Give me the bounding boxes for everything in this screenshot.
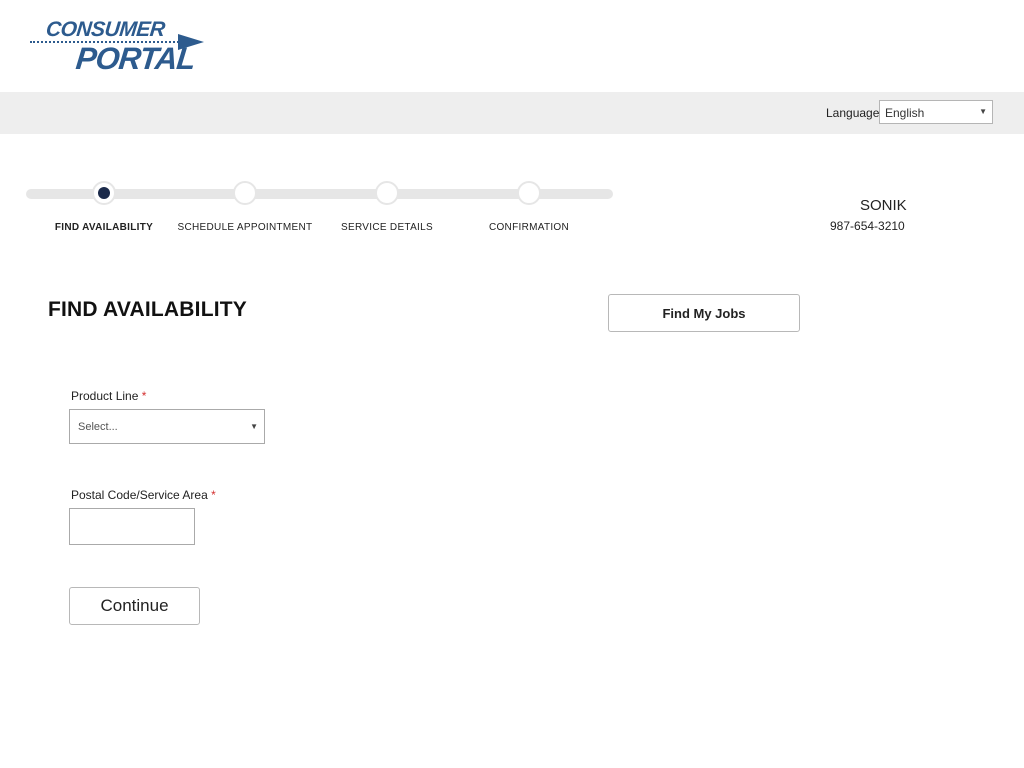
page-title: FIND AVAILABILITY bbox=[48, 298, 247, 321]
language-select[interactable]: English ▼ bbox=[879, 100, 993, 124]
product-line-label-text: Product Line bbox=[71, 389, 139, 403]
step-indicator-find-availability bbox=[92, 181, 116, 205]
postal-code-label: Postal Code/Service Area * bbox=[71, 488, 216, 502]
language-select-value: English bbox=[885, 106, 925, 120]
step-label-schedule-appointment: SCHEDULE APPOINTMENT bbox=[177, 222, 313, 233]
step-label-service-details: SERVICE DETAILS bbox=[341, 222, 433, 233]
required-marker: * bbox=[141, 389, 147, 403]
product-line-select[interactable]: Select... ▼ bbox=[69, 409, 265, 444]
language-label: Language bbox=[826, 106, 880, 120]
product-line-label: Product Line * bbox=[71, 389, 146, 403]
postal-code-input[interactable] bbox=[69, 508, 195, 545]
chevron-down-icon: ▼ bbox=[979, 107, 987, 116]
progress-steps: FIND AVAILABILITY SCHEDULE APPOINTMENT S… bbox=[26, 180, 616, 240]
language-bar: Language English ▼ bbox=[0, 92, 1024, 134]
step-indicator-service-details bbox=[375, 181, 399, 205]
page: CONSUMER PORTAL Language English ▼ FIND … bbox=[0, 0, 1024, 768]
step-label-find-availability: FIND AVAILABILITY bbox=[54, 222, 154, 233]
postal-code-label-text: Postal Code/Service Area bbox=[71, 488, 208, 502]
chevron-down-icon: ▼ bbox=[250, 422, 258, 431]
header: CONSUMER PORTAL bbox=[0, 0, 1024, 92]
required-marker: * bbox=[211, 488, 216, 502]
step-label-confirmation: CONFIRMATION bbox=[488, 222, 570, 233]
logo-text-consumer: CONSUMER bbox=[44, 18, 166, 41]
continue-button[interactable]: Continue bbox=[69, 587, 200, 625]
step-indicator-schedule-appointment bbox=[233, 181, 257, 205]
step-indicator-confirmation bbox=[517, 181, 541, 205]
contact-phone: 987-654-3210 bbox=[830, 219, 905, 233]
contact-name: SONIK bbox=[860, 197, 907, 214]
logo-text-portal: PORTAL bbox=[74, 41, 197, 76]
consumer-portal-logo[interactable]: CONSUMER PORTAL bbox=[28, 14, 208, 78]
find-my-jobs-button[interactable]: Find My Jobs bbox=[608, 294, 800, 332]
product-line-select-value: Select... bbox=[78, 421, 118, 433]
